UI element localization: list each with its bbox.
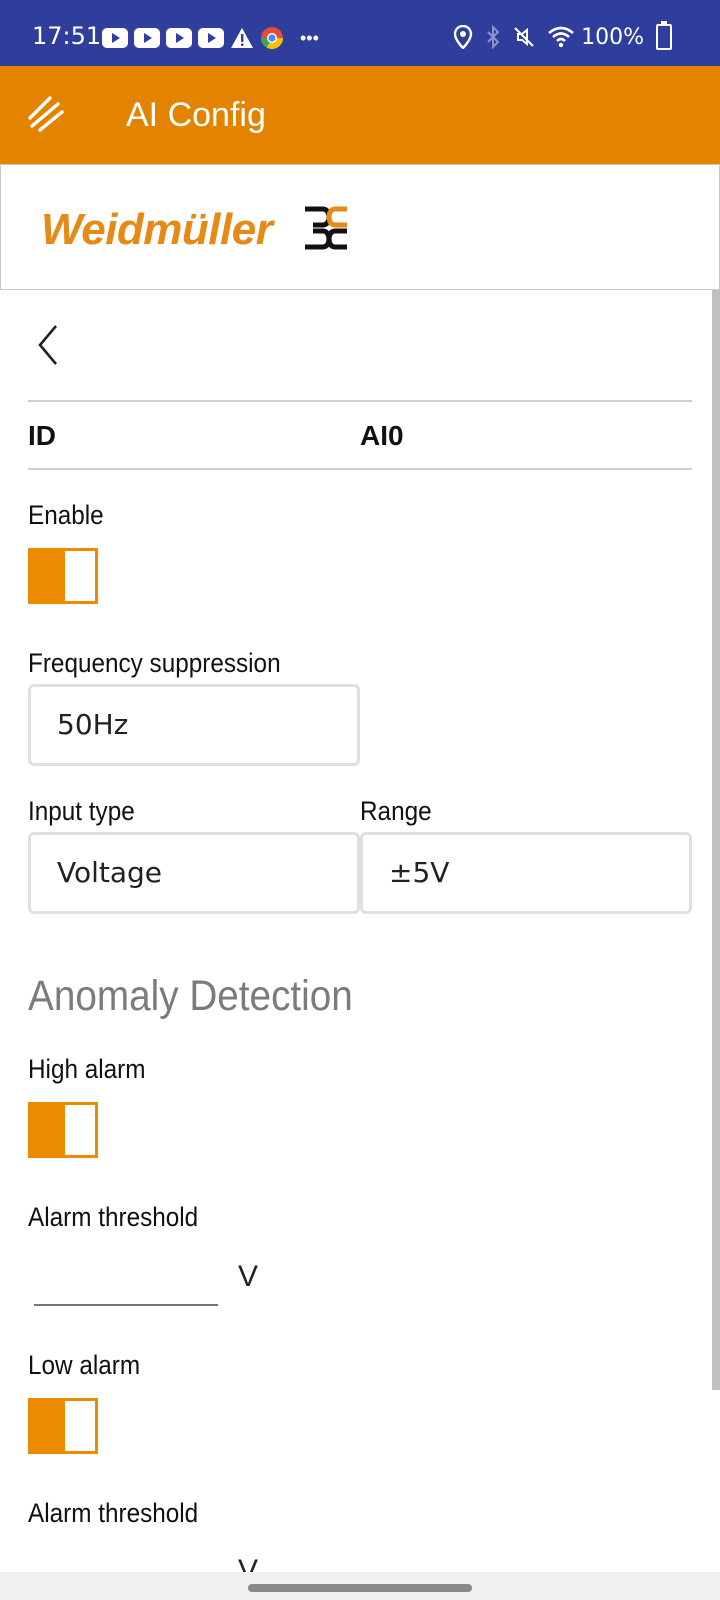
high-alarm-label: High alarm	[28, 1054, 146, 1084]
more-icon: •••	[300, 27, 319, 48]
id-label: ID	[28, 420, 56, 451]
low-alarm-threshold-label: Alarm threshold	[28, 1498, 199, 1528]
battery-icon	[656, 21, 672, 50]
divider	[28, 468, 692, 470]
wifi-icon	[548, 26, 574, 48]
brand-logo-text: Weidmüller	[41, 205, 273, 254]
youtube-icon	[134, 28, 160, 48]
frequency-suppression-label: Frequency suppression	[28, 648, 281, 678]
warning-icon	[231, 28, 253, 48]
toggle-knob	[65, 1105, 95, 1155]
chrome-icon	[261, 27, 283, 49]
scrollbar[interactable]	[712, 290, 720, 1390]
low-alarm-label: Low alarm	[28, 1350, 141, 1380]
high-alarm-toggle[interactable]	[28, 1102, 98, 1158]
divider	[28, 400, 692, 402]
frequency-suppression-select[interactable]: 50Hz	[28, 684, 360, 766]
back-icon[interactable]	[30, 322, 70, 368]
range-select[interactable]: ±5V	[360, 832, 692, 914]
app-bar: AI Config	[0, 66, 720, 164]
bluetooth-icon	[487, 25, 500, 49]
id-value: AI0	[360, 420, 404, 451]
enable-toggle[interactable]	[28, 548, 98, 604]
input-type-select[interactable]: Voltage	[28, 832, 360, 914]
youtube-icon	[102, 28, 128, 48]
high-alarm-threshold-input[interactable]	[34, 1304, 218, 1306]
location-icon	[453, 25, 473, 49]
home-gesture-handle[interactable]	[248, 1584, 472, 1592]
notification-icons: •••	[102, 27, 319, 49]
status-time: 17:51	[32, 22, 102, 50]
low-alarm-toggle[interactable]	[28, 1398, 98, 1454]
anomaly-detection-heading: Anomaly Detection	[28, 972, 353, 1020]
logo-banner: Weidmüller	[0, 164, 720, 290]
brand-logo-icon	[305, 206, 347, 250]
toggle-knob	[65, 1401, 95, 1451]
system-icons: 100%	[453, 21, 672, 52]
menu-icon[interactable]	[26, 94, 70, 134]
battery-percent: 100%	[581, 24, 644, 50]
navigation-bar	[0, 1572, 720, 1600]
enable-label: Enable	[28, 500, 104, 530]
status-bar: 17:51 ••• 100%	[0, 0, 720, 66]
app-title: AI Config	[126, 96, 266, 134]
youtube-icon	[198, 28, 224, 48]
toggle-knob	[65, 551, 95, 601]
mute-icon	[514, 27, 534, 47]
youtube-icon	[166, 28, 192, 48]
range-label: Range	[360, 796, 432, 826]
input-type-label: Input type	[28, 796, 135, 826]
high-alarm-threshold-unit: V	[238, 1260, 259, 1293]
high-alarm-threshold-label: Alarm threshold	[28, 1202, 199, 1232]
